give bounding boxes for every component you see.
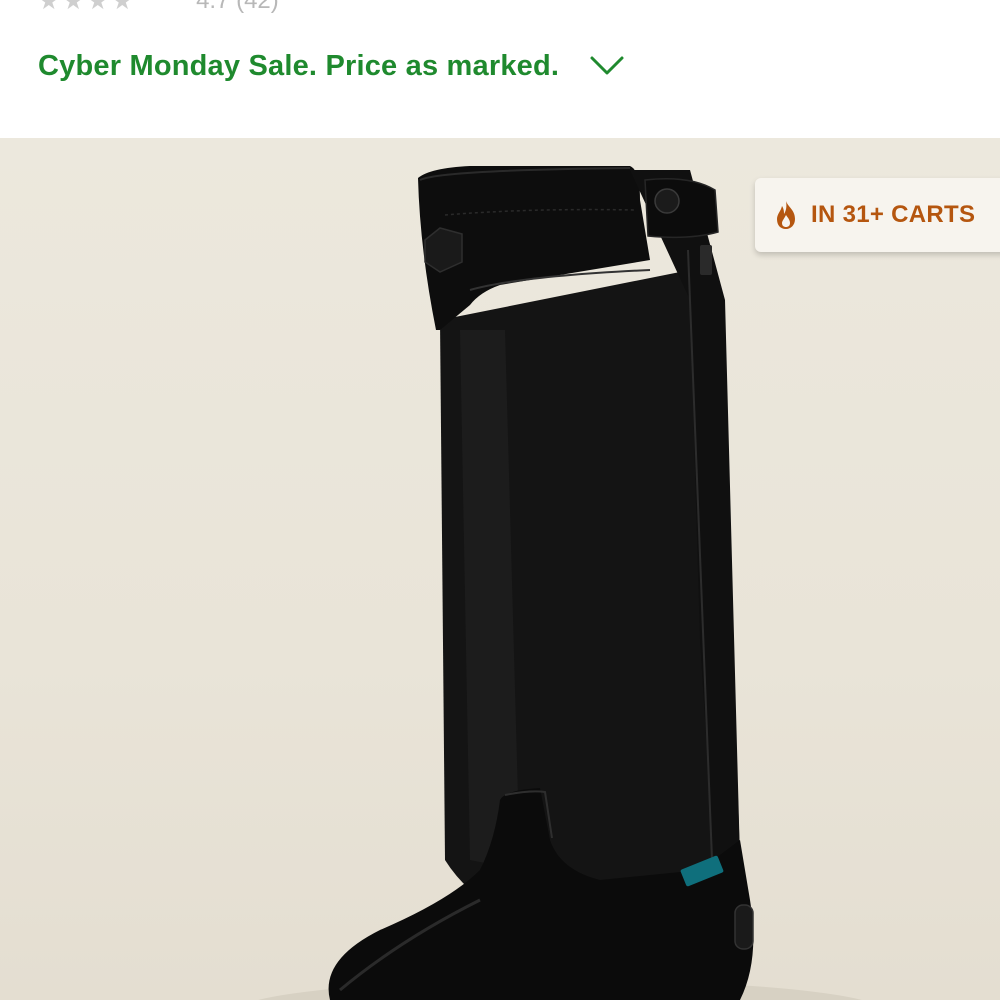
boot-image (258, 166, 862, 1000)
chevron-down-icon[interactable] (589, 55, 625, 77)
sale-banner-text: Cyber Monday Sale. Price as marked. (38, 49, 560, 82)
rating-stars: ★★★★ (38, 0, 137, 15)
flame-icon (777, 201, 795, 229)
sale-banner[interactable]: Cyber Monday Sale. Price as marked. (38, 40, 625, 92)
product-image[interactable]: IN 31+ CARTS (0, 138, 1000, 1000)
page-header: ★★★★ 4.7 (42) Cyber Monday Sale. Price a… (0, 0, 1000, 138)
rating-value: 4.7 (42) (196, 0, 279, 14)
in-carts-text: IN 31+ CARTS (811, 201, 976, 228)
rating-row[interactable]: ★★★★ 4.7 (42) (38, 0, 279, 16)
in-carts-badge: IN 31+ CARTS (755, 178, 1000, 252)
